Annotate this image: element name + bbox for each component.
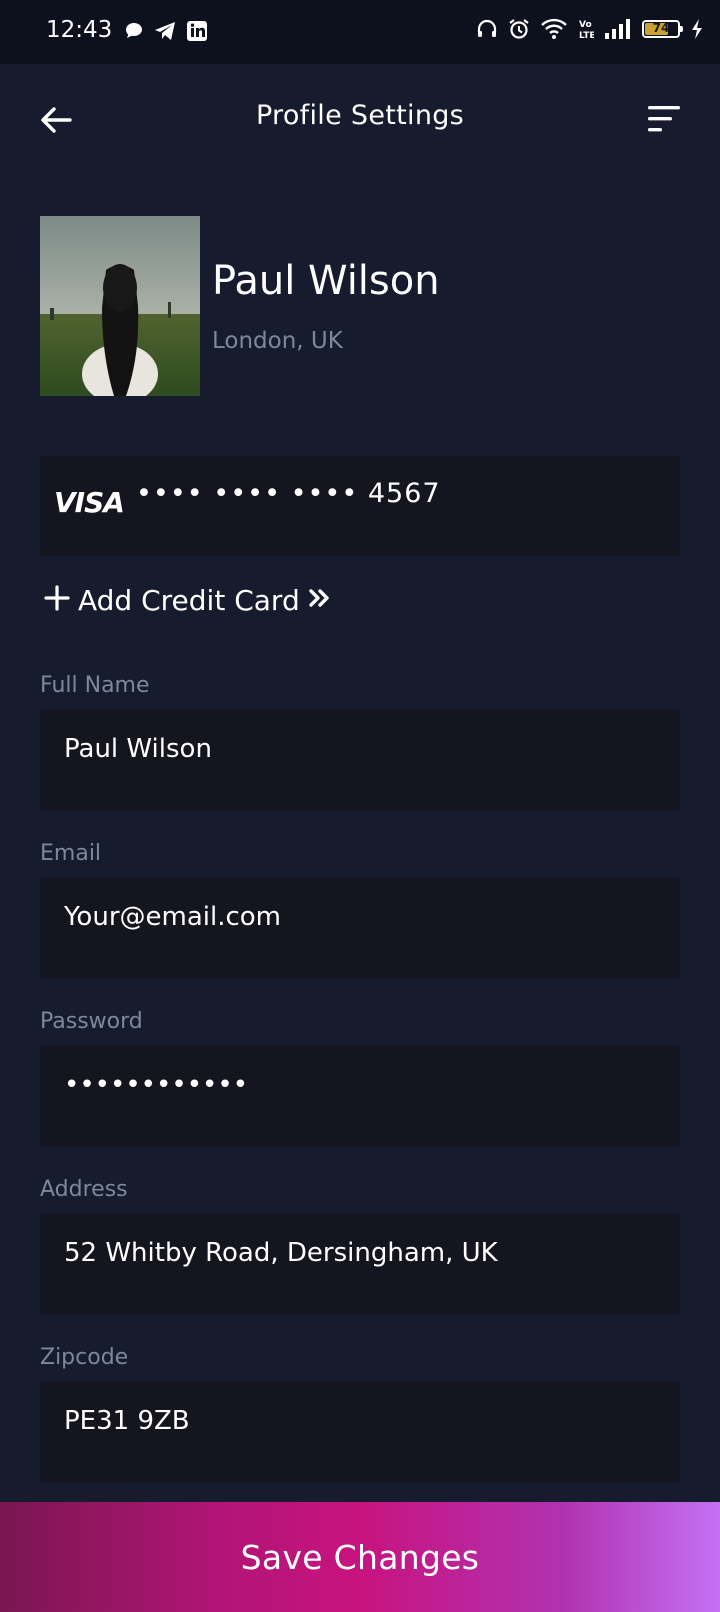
saved-card-row[interactable]: VISA •••• •••• •••• 4567 bbox=[40, 456, 680, 556]
card-number: •••• •••• •••• 4567 bbox=[136, 478, 441, 509]
profile-name: Paul Wilson bbox=[212, 258, 440, 304]
zipcode-input[interactable] bbox=[40, 1382, 680, 1482]
add-credit-card-label: Add Credit Card bbox=[78, 583, 300, 617]
add-credit-card-button[interactable]: Add Credit Card bbox=[44, 580, 332, 620]
save-changes-button[interactable]: Save Changes bbox=[0, 1502, 720, 1612]
sort-menu-icon bbox=[646, 106, 682, 142]
headphones-icon bbox=[476, 18, 498, 40]
email-field bbox=[40, 878, 680, 978]
status-time: 12:43 bbox=[46, 17, 113, 43]
battery-icon: 74 bbox=[642, 20, 683, 38]
linkedin-icon bbox=[186, 20, 208, 42]
address-label: Address bbox=[40, 1177, 128, 1202]
page-title: Profile Settings bbox=[255, 100, 465, 131]
visa-logo: VISA bbox=[54, 486, 125, 519]
avatar[interactable] bbox=[40, 216, 200, 396]
signal-icon bbox=[604, 18, 632, 40]
address-input[interactable] bbox=[40, 1214, 680, 1314]
zipcode-field bbox=[40, 1382, 680, 1482]
save-changes-label: Save Changes bbox=[240, 1537, 480, 1577]
address-field bbox=[40, 1214, 680, 1314]
alarm-icon bbox=[508, 18, 530, 40]
plus-icon bbox=[44, 585, 70, 615]
full-name-label: Full Name bbox=[40, 673, 150, 698]
email-label: Email bbox=[40, 841, 102, 866]
system-icons: Vo LTE 74 bbox=[476, 18, 704, 40]
profile-card: Paul Wilson London, UK bbox=[40, 216, 680, 396]
password-input[interactable] bbox=[40, 1046, 680, 1146]
notification-icons bbox=[124, 20, 208, 42]
battery-level: 74 bbox=[652, 21, 670, 35]
svg-text:LTE: LTE bbox=[579, 31, 594, 40]
volte-icon: Vo LTE bbox=[578, 18, 594, 40]
zipcode-label: Zipcode bbox=[40, 1345, 129, 1370]
double-chevron-right-icon bbox=[308, 586, 332, 614]
full-name-field bbox=[40, 710, 680, 810]
svg-text:Vo: Vo bbox=[579, 20, 592, 30]
battery-nub bbox=[680, 26, 683, 32]
app-header: Profile Settings bbox=[0, 64, 720, 174]
profile-location: London, UK bbox=[212, 328, 343, 354]
telegram-icon bbox=[154, 21, 176, 41]
password-label: Password bbox=[40, 1009, 143, 1034]
wifi-icon bbox=[540, 18, 568, 40]
password-field bbox=[40, 1046, 680, 1146]
menu-button[interactable] bbox=[646, 102, 682, 138]
email-input[interactable] bbox=[40, 878, 680, 978]
status-bar: 12:43 Vo LTE 74 bbox=[0, 0, 720, 64]
full-name-input[interactable] bbox=[40, 710, 680, 810]
chat-bubble-icon bbox=[124, 21, 144, 41]
charging-icon bbox=[690, 18, 704, 40]
